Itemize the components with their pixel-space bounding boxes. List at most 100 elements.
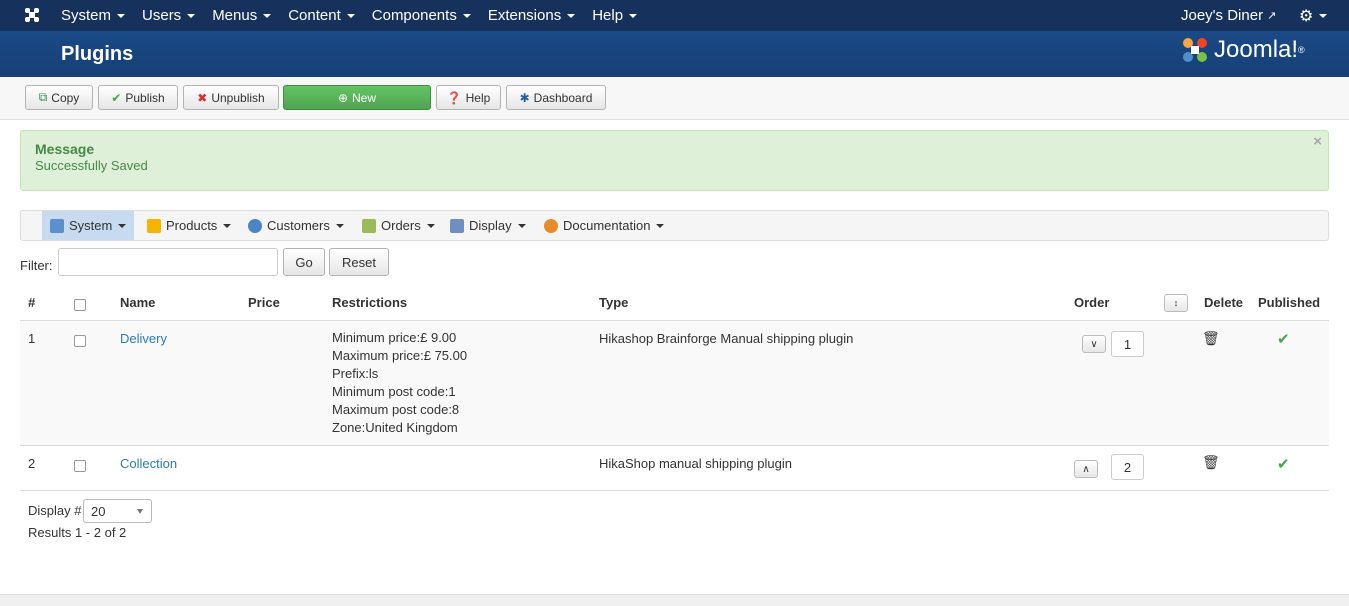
move-up-button[interactable]: ∧: [1074, 460, 1098, 478]
published-check-icon[interactable]: ✔: [1277, 455, 1290, 473]
submenu-customers-label: Customers: [267, 218, 330, 233]
go-button[interactable]: Go: [283, 248, 325, 276]
plugin-type: HikaShop manual shipping plugin: [599, 456, 792, 471]
menu-users[interactable]: Users: [142, 0, 196, 31]
header-name[interactable]: Name: [120, 295, 155, 310]
reset-button[interactable]: Reset: [329, 248, 389, 276]
tools-icon: [50, 218, 64, 233]
settings-menu[interactable]: ⚙: [1299, 0, 1328, 31]
plugin-name-link[interactable]: Collection: [120, 456, 177, 471]
hikashop-submenu: System Products Customers Orders Display…: [20, 210, 1329, 241]
check-icon: ✔: [111, 90, 122, 105]
header-order[interactable]: Order: [1074, 295, 1109, 310]
chevron-down-icon: [187, 13, 196, 18]
display-label: Display #: [28, 503, 82, 518]
joomla-wordmark: Joomla!: [1214, 36, 1299, 63]
unpublish-button[interactable]: ✖ Unpublish: [183, 85, 279, 110]
select-all-checkbox[interactable]: [74, 299, 86, 311]
header-type: Type: [599, 295, 629, 310]
site-link[interactable]: Joey's Diner ↗: [1181, 0, 1276, 31]
menu-users-label: Users: [142, 7, 182, 24]
plugin-restrictions: Minimum price:£ 9.00 Maximum price:£ 75.…: [332, 329, 467, 437]
order-input[interactable]: 1: [1111, 331, 1144, 357]
plugin-type: Hikashop Brainforge Manual shipping plug…: [599, 331, 854, 346]
header-price: Price: [248, 295, 280, 310]
chevron-down-icon: [426, 223, 435, 228]
header-published: Published: [1258, 295, 1321, 310]
chevron-down-icon: [567, 13, 576, 18]
chevron-down-icon: [117, 13, 126, 18]
dashboard-button[interactable]: ✱ Dashboard: [506, 85, 606, 110]
menu-content-label: Content: [288, 7, 341, 24]
plus-circle-icon: ⊕: [337, 90, 349, 105]
save-order-button[interactable]: ↕: [1164, 294, 1188, 312]
menu-extensions-label: Extensions: [487, 7, 562, 24]
chevron-down-icon: ∨: [1090, 338, 1098, 350]
header-restrictions: Restrictions: [332, 295, 408, 310]
status-bar: [0, 594, 1349, 606]
chevron-down-icon: [137, 509, 143, 514]
unpublish-icon: ✖: [197, 90, 208, 105]
menu-content[interactable]: Content: [288, 0, 355, 31]
chevron-down-icon: [517, 223, 526, 228]
chevron-down-icon: [656, 223, 665, 228]
plugin-name-link[interactable]: Delivery: [120, 331, 167, 346]
menu-menus[interactable]: Menus: [212, 0, 272, 31]
new-button[interactable]: ⊕ New: [283, 85, 431, 110]
joomla-brand-icon: [1183, 38, 1207, 62]
dashboard-icon: ✱: [519, 90, 530, 105]
submenu-documentation[interactable]: Documentation: [536, 211, 672, 240]
gear-icon: ⚙: [1299, 7, 1314, 25]
chevron-down-icon: [118, 223, 127, 228]
menu-extensions[interactable]: Extensions: [487, 0, 576, 31]
row-number: 1: [28, 331, 36, 346]
filter-input[interactable]: [58, 248, 278, 276]
close-icon[interactable]: ×: [1313, 133, 1322, 150]
copy-icon: ⧉: [38, 90, 48, 104]
restriction-line: Prefix:ls: [332, 366, 379, 381]
trash-icon[interactable]: 🗑: [1202, 454, 1220, 471]
submenu-system[interactable]: System: [42, 211, 135, 240]
dashboard-label: Dashboard: [533, 90, 593, 105]
new-label: New: [352, 90, 377, 105]
message-heading: Message: [35, 141, 95, 157]
restriction-line: Zone:United Kingdom: [332, 420, 458, 435]
products-icon: [147, 218, 161, 233]
row-checkbox[interactable]: [74, 335, 86, 347]
submenu-orders-label: Orders: [381, 218, 421, 233]
copy-button[interactable]: ⧉ Copy: [25, 85, 93, 110]
table-row: 2 Collection HikaShop manual shipping pl…: [20, 445, 1329, 491]
question-icon: ❓: [446, 90, 462, 105]
message-text: Successfully Saved: [35, 158, 148, 173]
results-count: Results 1 - 2 of 2: [28, 525, 127, 540]
table-row: 1 Delivery Minimum price:£ 9.00 Maximum …: [20, 320, 1329, 445]
order-input[interactable]: 2: [1111, 454, 1144, 480]
display-icon: [450, 218, 464, 233]
submenu-display[interactable]: Display: [442, 211, 534, 240]
customers-icon: [248, 218, 262, 233]
unpublish-label: Unpublish: [211, 90, 265, 105]
restriction-line: Maximum post code:8: [332, 402, 460, 417]
trash-icon[interactable]: 🗑: [1202, 330, 1220, 347]
menu-system[interactable]: System: [61, 0, 126, 31]
publish-button[interactable]: ✔ Publish: [98, 85, 178, 110]
submenu-orders[interactable]: Orders: [354, 211, 443, 240]
display-count-value: 20: [91, 503, 106, 519]
move-down-button[interactable]: ∨: [1082, 335, 1106, 353]
menu-components-label: Components: [371, 7, 457, 24]
copy-label: Copy: [51, 90, 80, 105]
display-count-select[interactable]: 20: [83, 499, 152, 523]
chevron-down-icon: [263, 13, 272, 18]
toolbar: ⧉ Copy ✔ Publish ✖ Unpublish ⊕ New ❓ Help ✱ Da…: [0, 77, 1349, 120]
submenu-products[interactable]: Products: [139, 211, 239, 240]
menu-components[interactable]: Components: [372, 0, 471, 31]
menu-system-label: System: [61, 7, 112, 24]
published-check-icon[interactable]: ✔: [1277, 330, 1290, 348]
joomla-logo-icon[interactable]: [22, 5, 42, 25]
menu-help[interactable]: Help: [592, 0, 638, 31]
help-button[interactable]: ❓ Help: [436, 85, 501, 110]
row-checkbox[interactable]: [74, 460, 86, 472]
header-delete: Delete: [1204, 295, 1244, 310]
submenu-customers[interactable]: Customers: [240, 211, 352, 240]
external-link-icon: ↗: [1267, 10, 1277, 22]
